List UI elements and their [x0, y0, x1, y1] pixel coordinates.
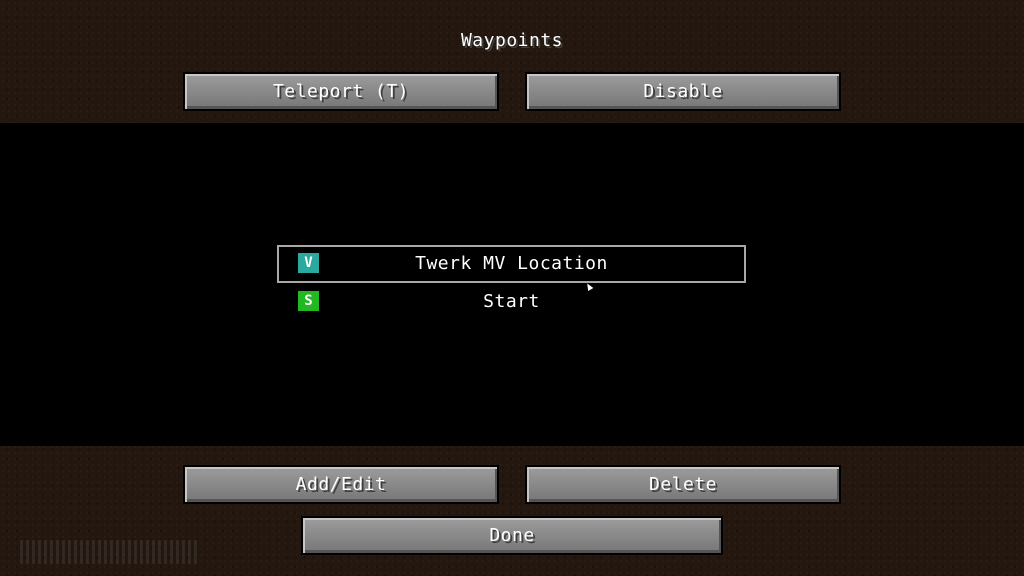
screen-title: Waypoints — [460, 30, 564, 51]
teleport-button[interactable]: Teleport (T) — [183, 72, 499, 111]
waypoint-name: Start — [483, 291, 540, 312]
waypoint-row-twerk-mv-location[interactable]: V Twerk MV Location — [277, 245, 746, 283]
waypoint-row-start[interactable]: S Start — [277, 283, 746, 321]
waypoint-initial-icon: V — [298, 253, 319, 273]
hud-overlay — [20, 540, 200, 564]
delete-button[interactable]: Delete — [525, 465, 841, 504]
waypoint-initial-icon: S — [298, 291, 319, 311]
waypoints-screen: Waypoints Teleport (T) Disable V Twerk M… — [0, 0, 1024, 576]
done-button[interactable]: Done — [301, 516, 723, 555]
add-edit-button[interactable]: Add/Edit — [183, 465, 499, 504]
waypoint-name: Twerk MV Location — [415, 253, 608, 274]
disable-button[interactable]: Disable — [525, 72, 841, 111]
